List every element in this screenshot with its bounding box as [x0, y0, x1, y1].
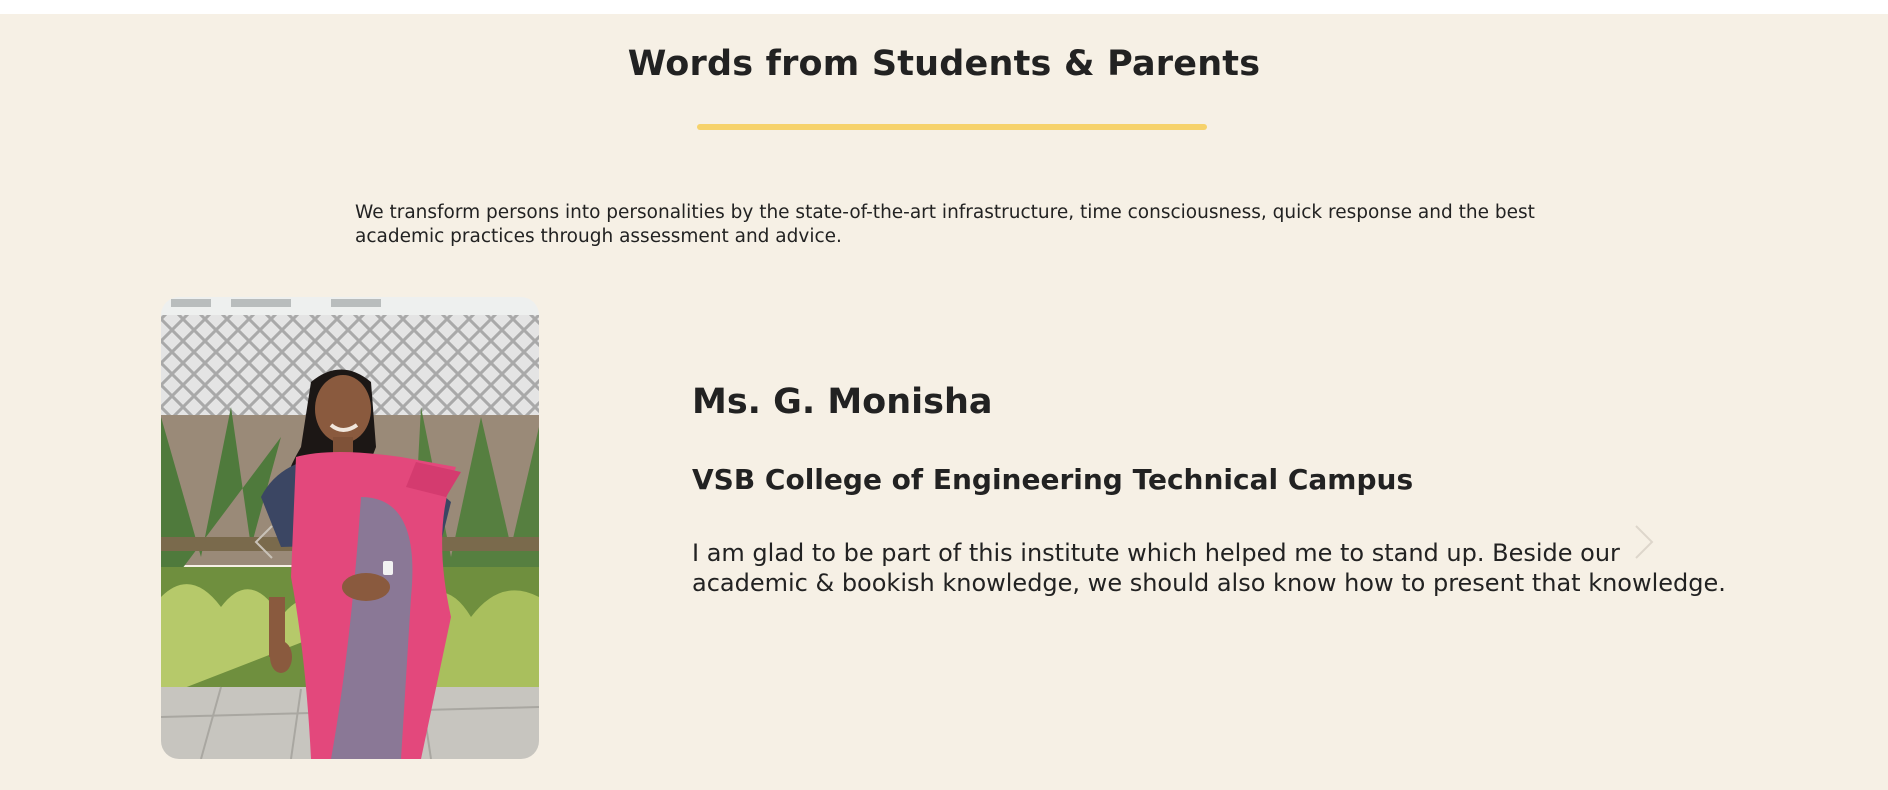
testimonials-section: Words from Students & Parents We transfo… [0, 14, 1888, 790]
chevron-left-icon [254, 525, 273, 559]
section-intro: We transform persons into personalities … [355, 201, 1535, 247]
testimonial-quote: I am glad to be part of this institute w… [692, 539, 1726, 597]
student-photo-illustration [161, 297, 539, 759]
testimonial-college: VSB College of Engineering Technical Cam… [692, 463, 1414, 496]
testimonial-photo [161, 297, 539, 759]
carousel-prev-button[interactable] [244, 512, 284, 572]
testimonial-name: Ms. G. Monisha [692, 382, 993, 422]
carousel-next-button[interactable] [1624, 512, 1664, 572]
section-heading: Words from Students & Parents [627, 44, 1261, 84]
chevron-right-icon [1635, 525, 1654, 559]
heading-underline [697, 124, 1207, 130]
